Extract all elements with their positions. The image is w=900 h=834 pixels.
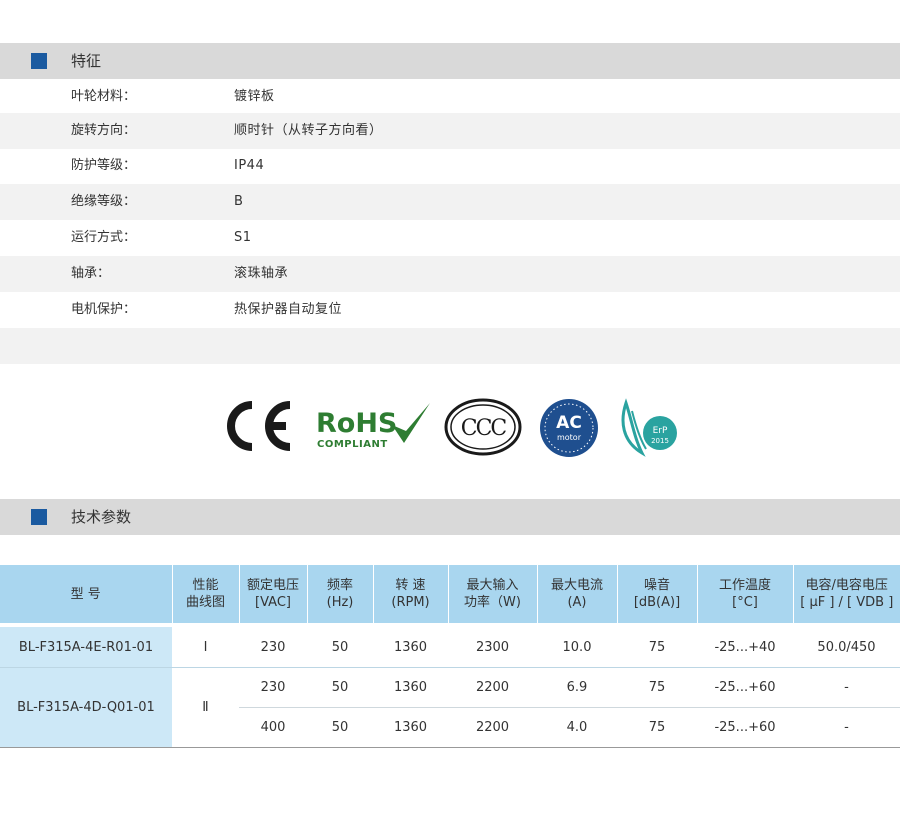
feature-value: IP44 — [234, 158, 265, 173]
header-voltage: 额定电压 [VAC] — [238, 565, 307, 627]
specs-title: 技术参数 — [71, 508, 132, 526]
feature-value: S1 — [234, 230, 252, 245]
features-title: 特征 — [71, 52, 102, 70]
header-current: 最大电流 (A) — [536, 565, 617, 627]
speed-cell: 1360 — [373, 667, 448, 708]
header-capacitor: 电容/电容电压[ μF ] / [ VDB ] — [792, 565, 900, 627]
motor-text: motor — [557, 433, 582, 442]
feature-value: B — [234, 194, 244, 209]
header-model: 型 号 — [0, 565, 172, 627]
curve-cell: Ⅱ — [172, 667, 239, 748]
ac-text: AC — [556, 413, 582, 433]
feature-row: 轴承： 滚珠轴承 — [0, 256, 900, 292]
speed-cell: 1360 — [373, 707, 448, 748]
feature-row: 绝缘等级： B — [0, 184, 900, 220]
ce-mark-icon — [227, 401, 291, 451]
spec-header-row: 型 号 性能 曲线图 额定电压 [VAC] 频率 (Hz) 转 速 (RPM) 最大输入… — [0, 565, 900, 627]
feature-key: 防护等级： — [71, 158, 137, 173]
noise-cell: 75 — [617, 625, 697, 668]
temperature-cell: -25...+60 — [697, 707, 793, 748]
rohs-compliant-icon: RoHS COMPLIANT — [316, 403, 430, 450]
curve-cell: Ⅰ — [172, 625, 239, 668]
erp-2015-icon: ErP 2015 — [621, 398, 677, 457]
table-row: BL-F315A-4E-R01-01 Ⅰ 230 50 1360 2300 10… — [0, 625, 900, 668]
header-power: 最大输入 功率（W) — [447, 565, 537, 627]
feature-row-empty — [0, 328, 900, 364]
feature-key: 电机保护： — [71, 302, 137, 317]
frequency-cell: 50 — [307, 667, 373, 708]
power-cell: 2200 — [448, 707, 537, 748]
ac-motor-icon: AC motor — [540, 399, 598, 457]
table-row: BL-F315A-4D-Q01-01 Ⅱ 230 50 1360 2200 6.… — [0, 667, 900, 748]
feature-key: 叶轮材料： — [71, 89, 137, 104]
power-cell: 2300 — [448, 625, 537, 668]
feature-value: 镀锌板 — [234, 89, 275, 104]
capacitor-cell: - — [793, 667, 900, 708]
voltage-cell: 230 — [239, 667, 307, 708]
noise-cell: 75 — [617, 707, 697, 748]
feature-row: 防护等级： IP44 — [0, 148, 900, 184]
erp-text: ErP — [653, 426, 668, 436]
header-noise: 噪音 [dB(A)] — [616, 565, 697, 627]
erp-year-text: 2015 — [651, 437, 669, 445]
feature-row: 电机保护： 热保护器自动复位 — [0, 292, 900, 328]
certification-logos: RoHS COMPLIANT CCC AC motor ErP 2015 — [0, 393, 900, 463]
capacitor-cell: 50.0/450 — [793, 625, 900, 668]
feature-row: 叶轮材料： 镀锌板 — [0, 79, 900, 115]
ccc-text: CCC — [461, 416, 507, 441]
ccc-mark-icon: CCC — [444, 398, 522, 456]
spec-table: 型 号 性能 曲线图 额定电压 [VAC] 频率 (Hz) 转 速 (RPM) 最大输入… — [0, 565, 900, 748]
feature-key: 运行方式： — [71, 230, 137, 245]
capacitor-cell: - — [793, 707, 900, 748]
voltage-cell: 400 — [239, 707, 307, 748]
feature-row: 运行方式： S1 — [0, 220, 900, 256]
feature-value: 滚珠轴承 — [234, 266, 289, 281]
power-cell: 2200 — [448, 667, 537, 708]
feature-value: 热保护器自动复位 — [234, 302, 343, 317]
rohs-sub-text: COMPLIANT — [317, 439, 388, 450]
model-cell: BL-F315A-4E-R01-01 — [0, 625, 172, 668]
current-cell: 6.9 — [537, 667, 617, 708]
features-section-header: 特征 — [0, 43, 900, 79]
voltage-cell: 230 — [239, 625, 307, 668]
current-cell: 10.0 — [537, 625, 617, 668]
frequency-cell: 50 — [307, 625, 373, 668]
specs-section-header: 技术参数 — [0, 499, 900, 535]
temperature-cell: -25...+60 — [697, 667, 793, 708]
header-curve: 性能 曲线图 — [171, 565, 239, 627]
header-frequency: 频率 (Hz) — [306, 565, 373, 627]
temperature-cell: -25...+40 — [697, 625, 793, 668]
speed-cell: 1360 — [373, 625, 448, 668]
frequency-cell: 50 — [307, 707, 373, 748]
rohs-text: RoHS — [316, 408, 397, 439]
header-temperature: 工作温度 [°C] — [696, 565, 793, 627]
section-square-icon — [31, 53, 47, 69]
feature-key: 轴承： — [71, 266, 111, 281]
model-cell: BL-F315A-4D-Q01-01 — [0, 667, 172, 748]
current-cell: 4.0 — [537, 707, 617, 748]
feature-value: 顺时针（从转子方向看） — [234, 123, 383, 138]
noise-cell: 75 — [617, 667, 697, 708]
header-speed: 转 速 (RPM) — [372, 565, 448, 627]
section-square-icon — [31, 509, 47, 525]
feature-row: 旋转方向： 顺时针（从转子方向看） — [0, 113, 900, 149]
feature-key: 旋转方向： — [71, 123, 137, 138]
feature-key: 绝缘等级： — [71, 194, 137, 209]
